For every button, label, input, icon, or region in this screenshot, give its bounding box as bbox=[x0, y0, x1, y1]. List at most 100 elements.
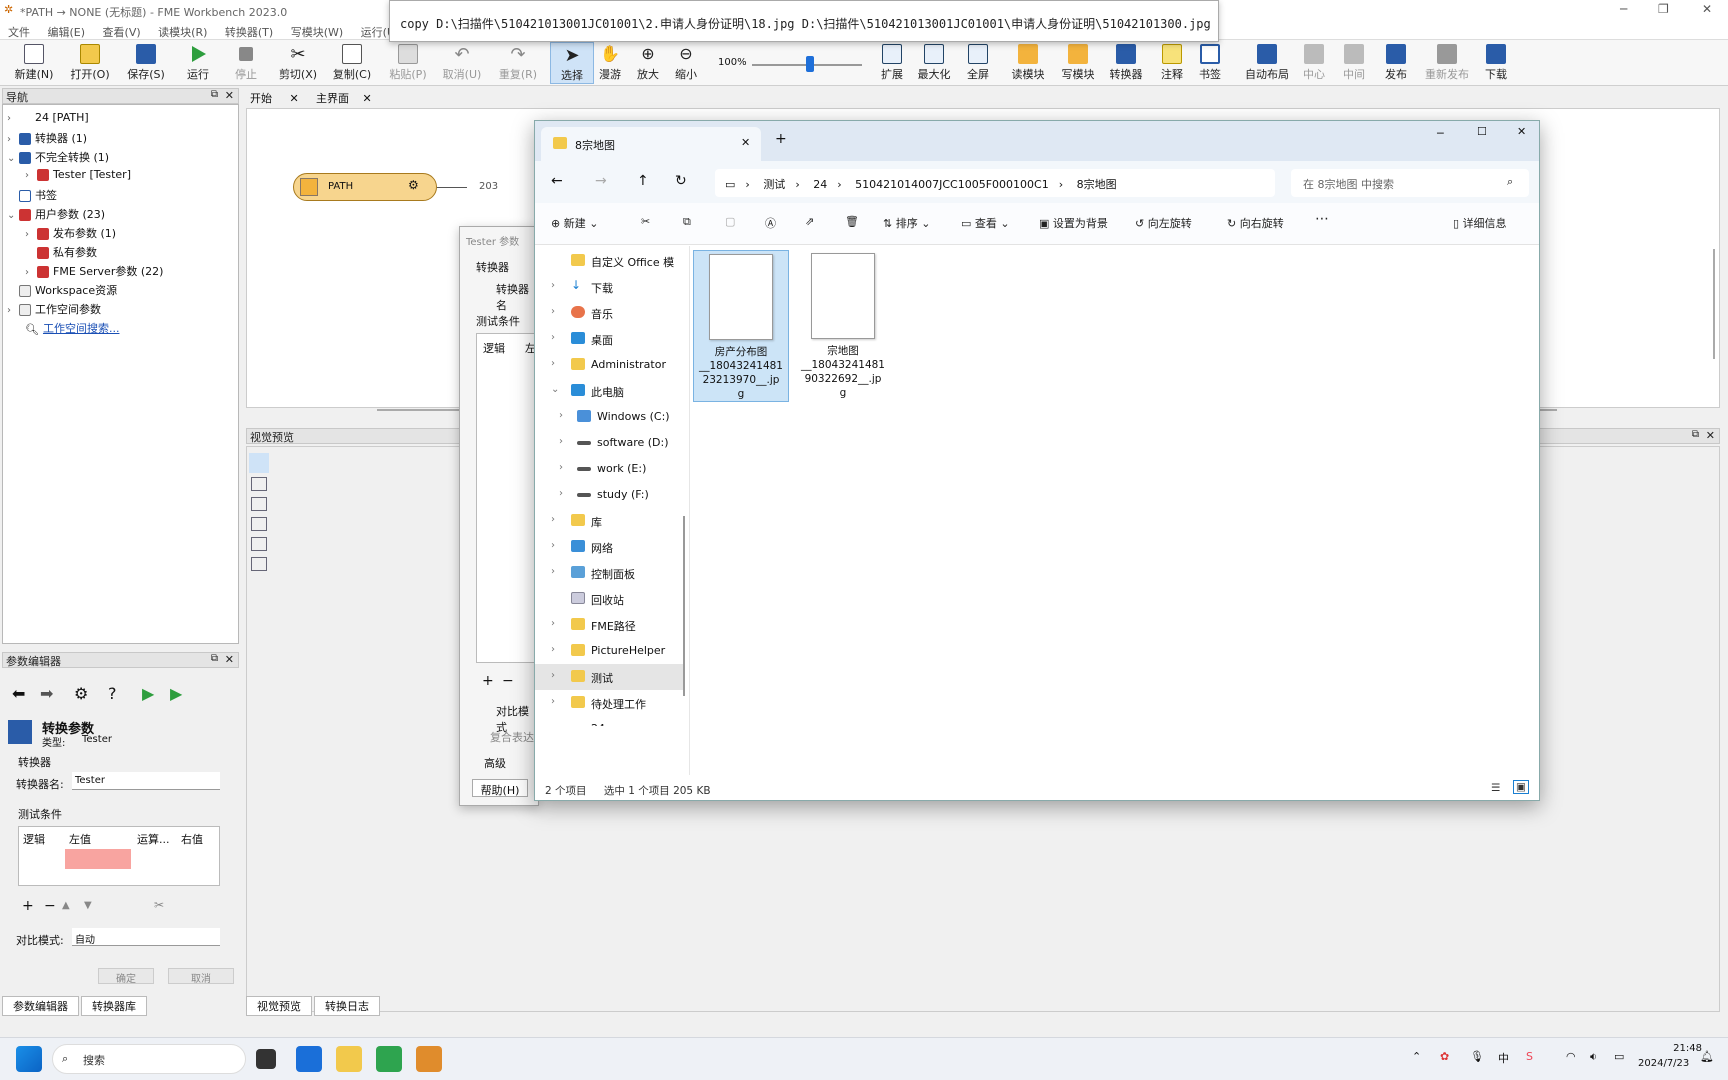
close-icon[interactable]: ✕ bbox=[1706, 429, 1715, 442]
share-icon[interactable]: ⇗ bbox=[805, 215, 814, 228]
advanced-section[interactable]: 高级 bbox=[484, 755, 506, 771]
refresh-icon[interactable]: ↻ bbox=[675, 173, 687, 189]
restore-icon[interactable]: ❐ bbox=[1658, 2, 1669, 16]
scrollbar-vertical[interactable] bbox=[683, 516, 685, 696]
chevron-right-icon[interactable]: › bbox=[7, 305, 19, 316]
menu-readers[interactable]: 读模块(R) bbox=[158, 24, 207, 40]
float-icon[interactable]: ⧉ bbox=[1692, 429, 1699, 440]
float-icon[interactable]: ⧉ bbox=[211, 89, 218, 100]
run-button[interactable]: 运行 bbox=[176, 42, 220, 84]
nav-item[interactable]: › software (D:) bbox=[535, 430, 685, 456]
nav-item[interactable]: 自定义 Office 模 bbox=[535, 248, 685, 274]
chevron-right-icon[interactable]: › bbox=[559, 462, 563, 473]
clock-time[interactable]: 21:48 bbox=[1664, 1043, 1702, 1054]
new-tab-icon[interactable]: + bbox=[775, 131, 787, 147]
nav-item[interactable]: › work (E:) bbox=[535, 456, 685, 482]
nav-item-workspace-params[interactable]: › 工作空间参数 bbox=[7, 301, 101, 319]
fullscreen-button[interactable]: 全屏 bbox=[956, 42, 1000, 84]
help-button[interactable]: 帮助(H) bbox=[472, 779, 528, 797]
details-view-icon[interactable]: ☰ bbox=[1491, 782, 1500, 794]
chevron-right-icon[interactable]: › bbox=[25, 267, 37, 278]
chevron-right-icon[interactable]: › bbox=[551, 670, 555, 681]
transformer-name-input[interactable]: Tester bbox=[72, 772, 220, 790]
breadcrumb-item[interactable]: 8宗地图 bbox=[1077, 178, 1117, 191]
chevron-right-icon[interactable]: › bbox=[551, 306, 555, 317]
nav-item-transformers[interactable]: › 转换器 (1) bbox=[7, 130, 87, 148]
thumbnail-view-icon[interactable]: ▣ bbox=[1513, 780, 1529, 794]
chevron-right-icon[interactable]: › bbox=[7, 134, 19, 145]
cut-icon[interactable]: ✂ bbox=[641, 215, 650, 228]
new-button[interactable]: 新建(N) bbox=[12, 42, 56, 84]
nav-item[interactable]: 24 bbox=[535, 716, 685, 726]
tab-translation-log[interactable]: 转换日志 bbox=[314, 996, 380, 1016]
nav-item-private-params[interactable]: 私有参数 bbox=[37, 244, 97, 262]
writer-button[interactable]: 写模块 bbox=[1056, 42, 1100, 84]
nav-item-published-params[interactable]: › 发布参数 (1) bbox=[25, 225, 116, 243]
close-icon[interactable]: ✕ bbox=[290, 92, 299, 105]
bookmark-button[interactable]: 书签 bbox=[1188, 42, 1232, 84]
gear-icon[interactable]: ⚙ bbox=[408, 178, 419, 192]
wifi-icon[interactable]: ◠ bbox=[1566, 1050, 1576, 1063]
tab-transformer-gallery[interactable]: 转换器库 bbox=[81, 996, 147, 1016]
more-icon[interactable]: ⋯ bbox=[1315, 211, 1329, 227]
breadcrumb-item[interactable]: 24 bbox=[813, 178, 827, 191]
search-input[interactable]: 在 8宗地图 中搜索 bbox=[1291, 169, 1529, 197]
conditions-table[interactable]: 逻辑 左 bbox=[476, 333, 536, 663]
nav-item-bookmarks[interactable]: 书签 bbox=[19, 187, 57, 205]
float-icon[interactable]: ⧉ bbox=[211, 653, 218, 664]
chevron-right-icon[interactable]: › bbox=[551, 358, 555, 369]
download-button[interactable]: 下载 bbox=[1474, 42, 1518, 84]
chevron-down-icon[interactable]: ⌄ bbox=[7, 153, 19, 164]
nav-label[interactable]: 工作空间搜索... bbox=[43, 322, 120, 335]
chevron-right-icon[interactable]: › bbox=[551, 566, 555, 577]
microphone-icon[interactable]: 🎙︎ bbox=[1470, 1050, 1484, 1063]
republish-button[interactable]: 重新发布 bbox=[1420, 42, 1474, 84]
open-button[interactable]: 打开(O) bbox=[68, 42, 112, 84]
chevron-right-icon[interactable]: › bbox=[551, 644, 555, 655]
explorer-tab[interactable]: 8宗地图 ✕ bbox=[541, 127, 761, 161]
reader-node[interactable]: PATH ⚙ bbox=[293, 173, 437, 201]
nav-item-server-params[interactable]: › FME Server参数 (22) bbox=[25, 263, 163, 281]
nav-item[interactable]: › study (F:) bbox=[535, 482, 685, 508]
nav-item[interactable]: › ↓ 下载 bbox=[535, 274, 685, 300]
menu-writers[interactable]: 写模块(W) bbox=[291, 24, 343, 40]
cancel-button[interactable]: 取消 bbox=[168, 968, 234, 985]
center-button[interactable]: 中心 bbox=[1292, 42, 1336, 84]
breadcrumb-item[interactable]: 测试 bbox=[763, 178, 785, 191]
gear-icon[interactable]: ⚙ bbox=[74, 684, 88, 703]
publish-button[interactable]: 发布 bbox=[1374, 42, 1418, 84]
run-from-icon[interactable]: ▶ bbox=[170, 684, 182, 703]
maximize-button[interactable]: 最大化 bbox=[912, 42, 956, 84]
paste-button[interactable]: 粘贴(P) bbox=[386, 42, 430, 84]
nav-item-selected[interactable]: › 测试 bbox=[535, 664, 685, 690]
undo-button[interactable]: ↶ 取消(U) bbox=[440, 42, 484, 84]
maximize-icon[interactable]: ☐ bbox=[1477, 125, 1487, 138]
scrollbar-vertical[interactable] bbox=[1713, 249, 1715, 359]
conditions-table[interactable]: 逻辑 左值 运算... 右值 bbox=[18, 826, 220, 886]
copy-button[interactable]: 复制(C) bbox=[330, 42, 374, 84]
auto-layout-button[interactable]: 自动布局 bbox=[1240, 42, 1294, 84]
nav-item[interactable]: › 桌面 bbox=[535, 326, 685, 352]
widgets-icon[interactable] bbox=[296, 1046, 322, 1072]
nav-item[interactable]: › 控制面板 bbox=[535, 560, 685, 586]
nav-item-user-params[interactable]: ⌄ 用户参数 (23) bbox=[7, 206, 105, 224]
file-item[interactable]: 宗地图 __18043241481 90322692__.jp g bbox=[795, 250, 891, 402]
cut-icon[interactable]: ✂ bbox=[154, 898, 164, 912]
minimize-icon[interactable]: ─ bbox=[1620, 2, 1627, 16]
chevron-right-icon[interactable]: › bbox=[559, 436, 563, 447]
close-icon[interactable]: ✕ bbox=[1517, 125, 1526, 138]
chevron-down-icon[interactable]: ⌄ bbox=[551, 384, 559, 395]
paste-icon[interactable]: ▢ bbox=[725, 215, 735, 228]
breadcrumb-item[interactable]: 510421014007JCC1005F000100C1 bbox=[855, 178, 1049, 191]
rotate-left-button[interactable]: ↺ 向左旋转 bbox=[1135, 215, 1192, 231]
remove-icon[interactable]: − bbox=[502, 673, 514, 689]
nav-item[interactable]: › 待处理工作 bbox=[535, 690, 685, 716]
nav-item-resources[interactable]: Workspace资源 bbox=[19, 282, 117, 300]
tab-main[interactable]: 主界面 ✕ bbox=[316, 90, 372, 106]
tray-app-icon[interactable]: S bbox=[1526, 1050, 1533, 1063]
taskbar-search[interactable]: 搜索 bbox=[52, 1044, 246, 1074]
nav-item[interactable]: › Administrator bbox=[535, 352, 685, 378]
forward-icon[interactable]: → bbox=[595, 173, 607, 189]
stop-button[interactable]: 停止 bbox=[224, 42, 268, 84]
chevron-right-icon[interactable]: › bbox=[551, 618, 555, 629]
